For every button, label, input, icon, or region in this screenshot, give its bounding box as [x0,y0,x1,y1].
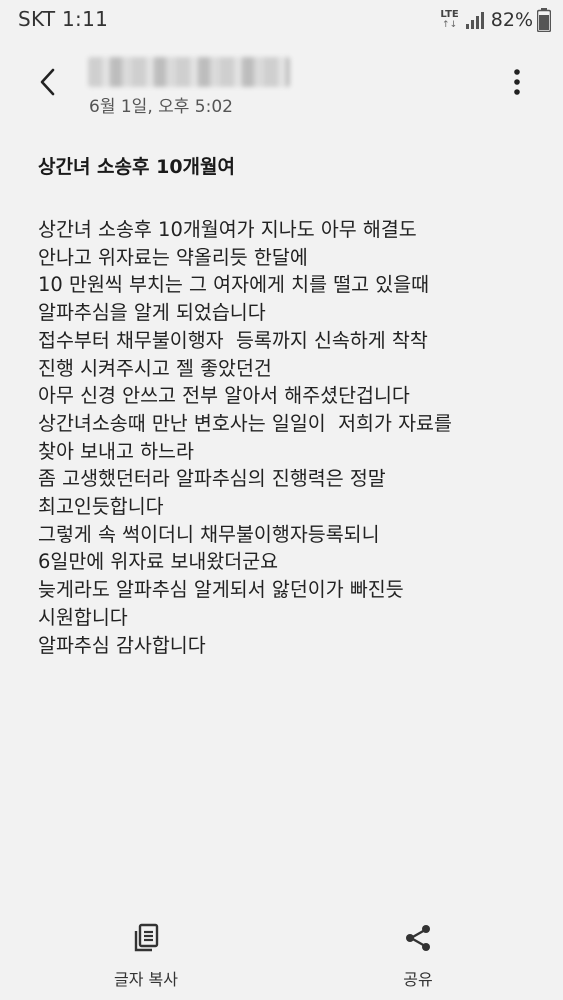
message-line: 6일만에 위자료 보내왔더군요 [38,550,279,574]
signal-icon [465,10,485,30]
message-line: 늦게라도 알파추심 알게되서 앓던이가 빠진듯 [38,578,404,602]
sender-name-redacted [88,57,290,87]
lte-label: LTE [440,9,459,20]
copy-text-button[interactable]: 글자 복사 [66,910,226,990]
message-subject: 상간녀 소송후 10개월여 [38,156,235,178]
share-label: 공유 [403,970,433,989]
copy-text-label: 글자 복사 [114,970,178,989]
message-line: 좀 고생했던터라 알파추심의 진행력은 정말 [38,467,386,491]
battery-icon [537,8,551,32]
message-date: 6월 1일, 오후 5:02 [89,97,233,117]
back-button[interactable] [28,62,68,102]
message-line: 찾아 보내고 하느라 [38,439,194,463]
more-options-button[interactable] [505,64,529,100]
message-line: 아무 신경 안쓰고 전부 알아서 해주셨단겁니다 [38,384,410,408]
message-line: 접수부터 채무불이행자 등록까지 신속하게 착착 [38,328,428,352]
carrier-time: SKT 1:11 [18,7,109,31]
message-line: 상간녀소송때 만난 변호사는 일일이 저희가 자료를 [38,411,452,435]
lte-indicator: LTE ↑↓ [440,10,458,30]
status-icons: LTE ↑↓ 82% [440,6,551,34]
bottom-action-bar: 글자 복사 공유 [0,910,563,1000]
message-content: 상간녀 소송후 10개월여 상간녀 소송후 10개월여가 지나도 아무 해결도 … [38,152,538,659]
share-button[interactable]: 공유 [338,910,498,990]
message-line: 알파추심 감사합니다 [38,633,206,657]
message-header: 6월 1일, 오후 5:02 [0,40,563,130]
message-line: 그렇게 속 썩이더니 채무불이행자등록되니 [38,522,380,546]
back-arrow-icon [40,68,55,96]
message-line: 상간녀 소송후 10개월여가 지나도 아무 해결도 [38,218,417,241]
battery-percent: 82% [490,9,533,31]
share-icon [406,925,430,951]
message-line: 10 만원씩 부치는 그 여자에게 치를 떨고 있을때 [38,273,430,297]
copy-text-icon [134,923,159,952]
message-line: 진행 시켜주시고 젤 좋았던건 [38,356,272,380]
message-line: 안나고 위자료는 약올리듯 한달에 [38,245,308,269]
data-arrows-icon: ↑↓ [442,20,458,30]
more-vert-icon [514,69,520,95]
message-body: 상간녀 소송후 10개월여가 지나도 아무 해결도 안나고 위자료는 약올리듯 … [38,216,538,659]
message-line: 알파추심을 알게 되었습니다 [38,301,266,325]
status-bar: SKT 1:11 LTE ↑↓ 82% [0,0,563,40]
message-line: 최고인듯합니다 [38,495,164,519]
message-line: 시원합니다 [38,605,128,629]
